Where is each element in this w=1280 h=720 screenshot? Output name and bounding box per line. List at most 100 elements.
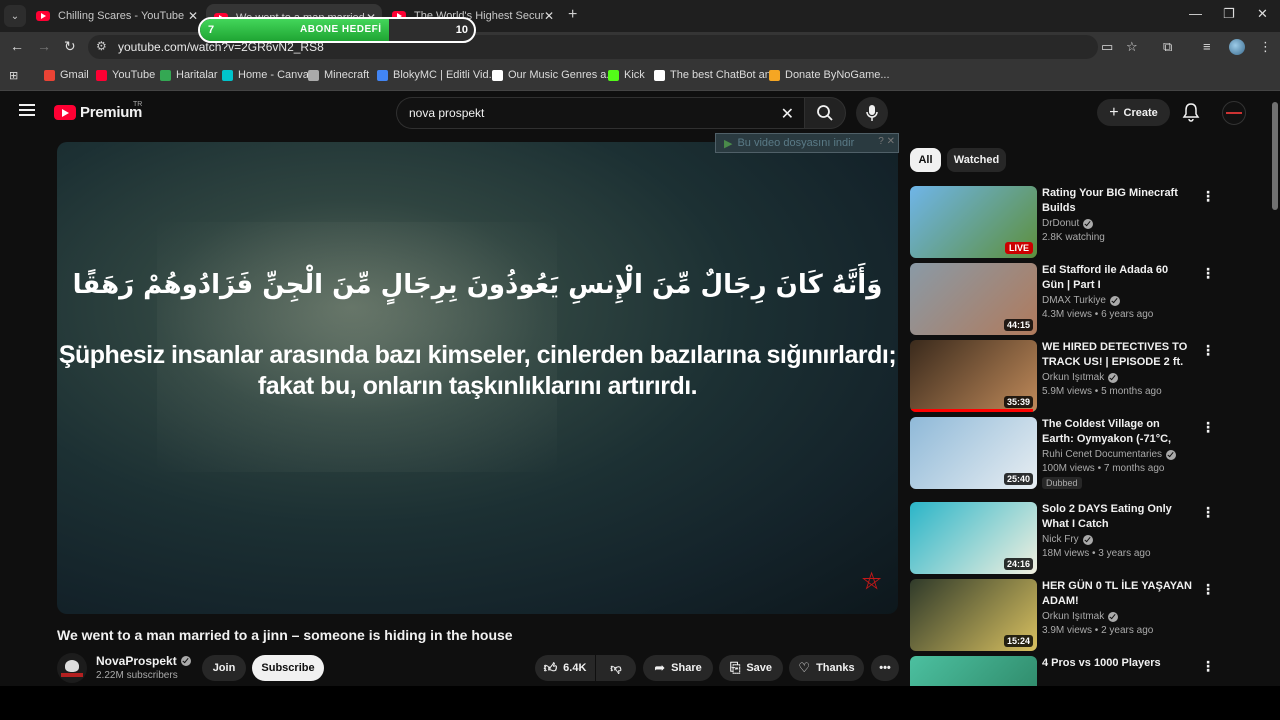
menu-icon[interactable] bbox=[19, 104, 35, 116]
verified-badge-icon bbox=[180, 656, 191, 666]
scrollbar-thumb[interactable] bbox=[1272, 102, 1278, 210]
recommended-video-title[interactable]: Solo 2 DAYS Eating Only What I Catch bbox=[1042, 502, 1192, 532]
new-tab-icon[interactable]: + bbox=[568, 6, 577, 24]
tab-chilling-scares[interactable]: Chilling Scares - YouTube ✕ bbox=[28, 4, 204, 28]
chrome-menu-icon[interactable]: ⋮ bbox=[1259, 39, 1272, 55]
close-tab-icon[interactable]: ✕ bbox=[188, 9, 198, 23]
reload-icon[interactable]: ↻ bbox=[64, 38, 76, 55]
browser-profile-avatar[interactable] bbox=[1229, 39, 1245, 55]
thanks-button[interactable]: ♡ Thanks bbox=[789, 655, 864, 681]
subscriber-goal-overlay: 7 ABONE HEDEFİ 10 bbox=[198, 17, 476, 43]
more-options-icon[interactable]: ⋮ bbox=[1201, 342, 1215, 359]
join-button[interactable]: Join bbox=[202, 655, 246, 681]
verified-badge-icon bbox=[1082, 534, 1093, 545]
bookmark-item[interactable]: Our Music Genres a... bbox=[492, 69, 616, 81]
dislike-button[interactable]: 👎︎ bbox=[596, 655, 636, 681]
recommended-video-title[interactable]: Ed Stafford ile Adada 60 Gün | Part I bbox=[1042, 263, 1192, 293]
subscribe-button[interactable]: Subscribe bbox=[252, 655, 324, 681]
forward-arrow-icon[interactable]: → bbox=[37, 38, 51, 54]
like-button[interactable]: 👍︎ 6.4K bbox=[535, 655, 595, 681]
more-options-icon[interactable]: ⋮ bbox=[1201, 188, 1215, 205]
recommended-video[interactable]: 44:15 Ed Stafford ile Adada 60 Gün | Part… bbox=[910, 263, 1215, 335]
video-thumbnail[interactable]: 35:39 bbox=[910, 340, 1037, 412]
more-options-icon[interactable]: ⋮ bbox=[1201, 265, 1215, 282]
bookmark-item[interactable]: Donate ByNoGame... bbox=[769, 69, 890, 81]
subscriber-count: 2.22M subscribers bbox=[96, 670, 178, 681]
media-controls-icon[interactable]: ≡ bbox=[1203, 39, 1211, 54]
more-options-icon[interactable]: ⋮ bbox=[1201, 658, 1215, 675]
search-button[interactable] bbox=[804, 97, 846, 129]
close-tab-icon[interactable]: ✕ bbox=[544, 9, 554, 23]
recommended-video[interactable]: LIVE Rating Your BIG Minecraft Builds DrDo… bbox=[910, 186, 1215, 258]
share-button[interactable]: ➦ Share bbox=[643, 655, 713, 681]
video-thumbnail[interactable]: LIVE bbox=[910, 186, 1037, 258]
notifications-bell-icon[interactable] bbox=[1182, 102, 1200, 127]
save-button[interactable]: ⎘ Save bbox=[719, 655, 783, 681]
video-player[interactable]: وَأَنَّهُ كَانَ رِجَالٌ مِّنَ الْإِنسِ ي… bbox=[57, 142, 898, 614]
region-code: TR bbox=[133, 101, 143, 108]
video-thumbnail[interactable]: 25:40 bbox=[910, 417, 1037, 489]
recommended-video-title[interactable]: Rating Your BIG Minecraft Builds bbox=[1042, 186, 1192, 216]
chip-all[interactable]: All bbox=[910, 148, 941, 172]
share-icon: ➦ bbox=[654, 660, 666, 675]
back-arrow-icon[interactable]: ← bbox=[10, 38, 24, 54]
bookmark-item[interactable]: Haritalar bbox=[160, 69, 218, 81]
channel-avatar[interactable] bbox=[57, 653, 87, 683]
video-thumbnail[interactable]: 44:15 bbox=[910, 263, 1037, 335]
duration-badge: 25:40 bbox=[1003, 473, 1033, 485]
recommended-video[interactable]: 35:39 WE HIRED DETECTIVES TO TRACK US! | … bbox=[910, 340, 1215, 412]
bookmark-favicon-icon bbox=[769, 69, 780, 81]
recommended-video-title[interactable]: WE HIRED DETECTIVES TO TRACK US! | EPISO… bbox=[1042, 340, 1192, 370]
recommended-video-title[interactable]: HER GÜN 0 TL İLE YAŞAYAN ADAM! bbox=[1042, 579, 1192, 609]
bookmark-item[interactable]: Minecraft bbox=[308, 69, 369, 81]
download-video-banner[interactable]: ▶ Bu video dosyasını indir ? ✕ bbox=[715, 133, 899, 153]
cast-icon[interactable]: ▭ bbox=[1101, 39, 1113, 55]
account-avatar[interactable] bbox=[1222, 101, 1246, 125]
recommended-video-title[interactable]: 4 Pros vs 1000 Players bbox=[1042, 656, 1192, 671]
page-scrollbar[interactable] bbox=[1270, 92, 1280, 686]
recommended-video[interactable]: 24:16 Solo 2 DAYS Eating Only What I Catc… bbox=[910, 502, 1215, 574]
bookmark-item[interactable]: Gmail bbox=[44, 69, 89, 81]
recommended-channel-name[interactable]: Ruhi Cenet Documentaries bbox=[1042, 449, 1177, 460]
microphone-icon bbox=[866, 105, 878, 121]
browser-tab-bar: ⌄ Chilling Scares - YouTube ✕ We went to… bbox=[0, 0, 1280, 32]
channel-name[interactable]: NovaProspekt bbox=[96, 654, 191, 668]
bookmark-item[interactable]: BlokyMC | Editli Vid... bbox=[377, 69, 498, 81]
minimize-icon[interactable]: — bbox=[1189, 6, 1202, 21]
recommended-channel-name[interactable]: Orkun Işıtmak bbox=[1042, 611, 1119, 622]
bookmark-item[interactable]: Home - Canva bbox=[222, 69, 309, 81]
more-options-icon[interactable]: ⋮ bbox=[1201, 504, 1215, 521]
recommended-channel-name[interactable]: Orkun Işıtmak bbox=[1042, 372, 1119, 383]
youtube-premium-logo[interactable]: Premium TR bbox=[54, 101, 143, 121]
recommended-video-title[interactable]: The Coldest Village on Earth: Oymyakon (… bbox=[1042, 417, 1192, 447]
apps-grid-icon[interactable]: ⊞ bbox=[9, 69, 18, 82]
bookmark-item[interactable]: The best ChatBot an... bbox=[654, 69, 780, 81]
pentagram-watermark-icon: ⛤ bbox=[862, 568, 882, 595]
search-input[interactable]: nova prospekt ✕ bbox=[396, 97, 804, 129]
bookmark-item[interactable]: YouTube bbox=[96, 69, 155, 81]
site-info-icon[interactable]: ⚙ bbox=[96, 39, 107, 53]
recommended-channel-name[interactable]: Nick Fry bbox=[1042, 534, 1093, 545]
recommended-channel-name[interactable]: DrDonut bbox=[1042, 218, 1094, 229]
more-options-icon[interactable]: ⋮ bbox=[1201, 581, 1215, 598]
close-window-icon[interactable]: ✕ bbox=[1257, 6, 1268, 22]
banner-close-icon[interactable]: ? ✕ bbox=[878, 136, 895, 147]
bookmark-favicon-icon bbox=[44, 69, 55, 81]
more-actions-button[interactable]: ••• bbox=[871, 655, 899, 681]
video-thumbnail[interactable]: 24:16 bbox=[910, 502, 1037, 574]
recommended-channel-name[interactable]: DMAX Turkiye bbox=[1042, 295, 1120, 306]
bookmark-star-icon[interactable]: ☆ bbox=[1126, 39, 1138, 55]
extensions-icon[interactable]: ⧉ bbox=[1163, 39, 1172, 55]
maximize-icon[interactable]: ❐ bbox=[1223, 6, 1235, 22]
bookmark-icon: ⎘ bbox=[729, 660, 741, 675]
video-thumbnail[interactable]: 15:24 bbox=[910, 579, 1037, 651]
tab-search-icon[interactable]: ⌄ bbox=[4, 5, 26, 27]
clear-search-icon[interactable]: ✕ bbox=[781, 104, 794, 124]
more-options-icon[interactable]: ⋮ bbox=[1201, 419, 1215, 436]
recommended-video[interactable]: 15:24 HER GÜN 0 TL İLE YAŞAYAN ADAM! Orkun… bbox=[910, 579, 1215, 651]
bookmark-item[interactable]: Kick bbox=[608, 69, 645, 81]
voice-search-button[interactable] bbox=[856, 97, 888, 129]
chip-watched[interactable]: Watched bbox=[947, 148, 1006, 172]
recommended-video[interactable]: 25:40 The Coldest Village on Earth: Oymya… bbox=[910, 417, 1215, 489]
create-button[interactable]: + Create bbox=[1097, 99, 1170, 126]
